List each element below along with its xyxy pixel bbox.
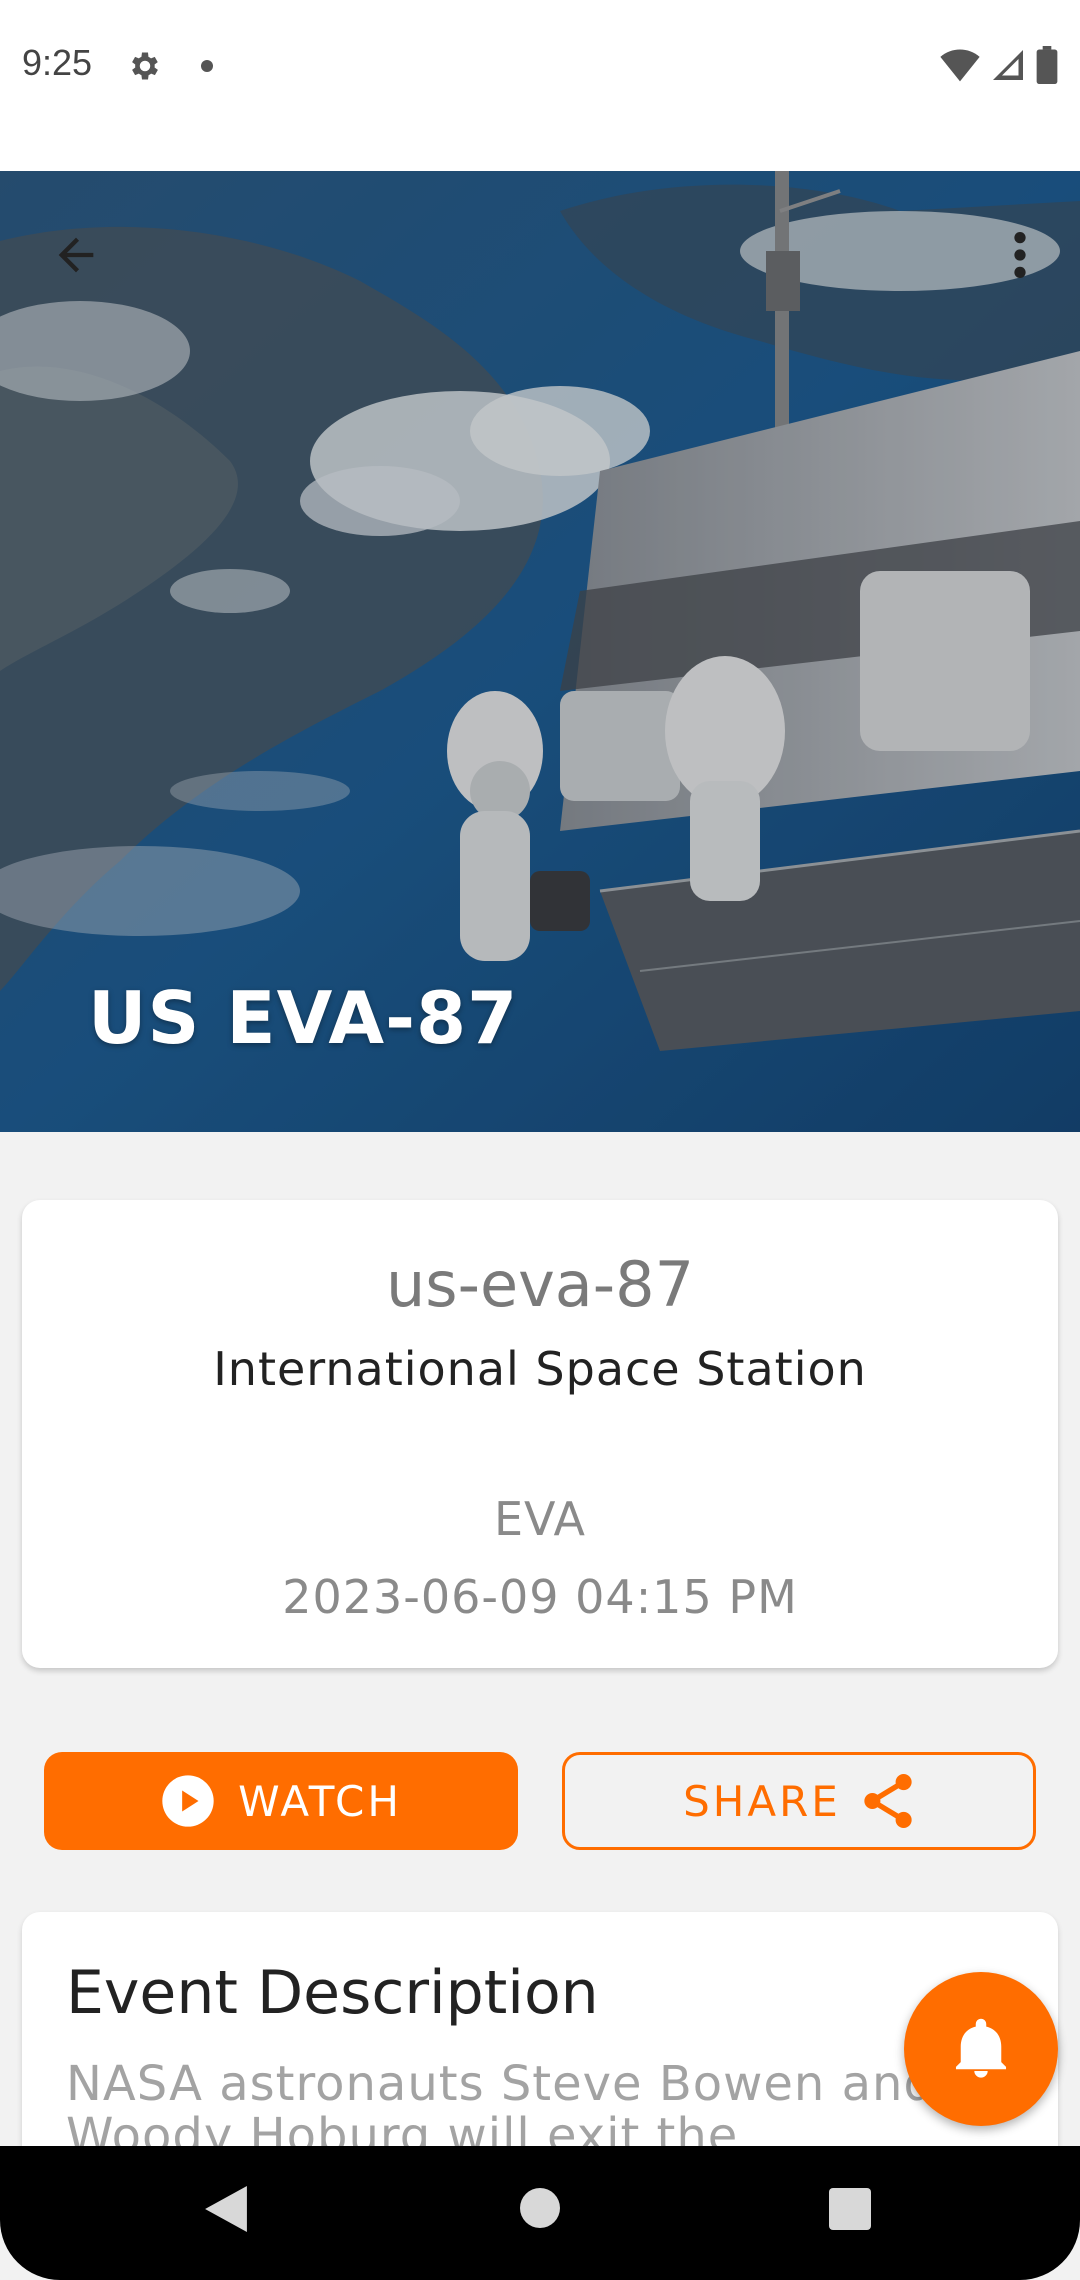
arrow-back-icon — [58, 237, 94, 273]
nav-back-icon[interactable] — [205, 2186, 247, 2232]
status-time: 9:25 — [22, 42, 93, 83]
event-type: EVA — [493, 1492, 587, 1546]
event-location: International Space Station — [213, 1342, 867, 1396]
watch-button[interactable]: WATCH — [44, 1752, 518, 1850]
battery-icon — [1036, 46, 1058, 84]
more-options-button[interactable] — [990, 219, 1050, 291]
bell-icon — [955, 2018, 1007, 2078]
share-icon — [861, 1772, 915, 1830]
hero-image: US EVA-87 — [0, 171, 1080, 1132]
status-bar: 9:25 — [0, 0, 1080, 171]
nav-recents-icon[interactable] — [829, 2188, 871, 2230]
page-title: US EVA-87 — [88, 976, 519, 1060]
play-circle-icon — [160, 1773, 216, 1829]
back-button[interactable] — [40, 219, 112, 291]
description-text: NASA astronauts Steve Bowen and Woody Ho… — [66, 2056, 935, 2152]
gear-icon — [132, 52, 158, 80]
share-button[interactable]: SHARE — [562, 1752, 1036, 1850]
signal-icon — [993, 50, 1023, 80]
wifi-icon — [940, 49, 980, 82]
status-icons — [940, 46, 1058, 84]
notification-fab[interactable] — [904, 1972, 1058, 2126]
nav-home-icon[interactable] — [520, 2188, 560, 2228]
event-info-card: us-eva-87 International Space Station EV… — [22, 1200, 1058, 1668]
event-slug: us-eva-87 — [385, 1248, 695, 1321]
more-vert-icon — [1014, 232, 1026, 278]
event-description-card: Event Description NASA astronauts Steve … — [22, 1912, 1058, 2152]
share-label: SHARE — [683, 1776, 841, 1826]
event-date: 2023-06-09 04:15 PM — [282, 1570, 798, 1624]
description-title: Event Description — [66, 1958, 599, 2028]
notification-dot-icon — [201, 60, 213, 72]
system-navigation-bar — [0, 2146, 1080, 2280]
watch-label: WATCH — [238, 1776, 402, 1826]
